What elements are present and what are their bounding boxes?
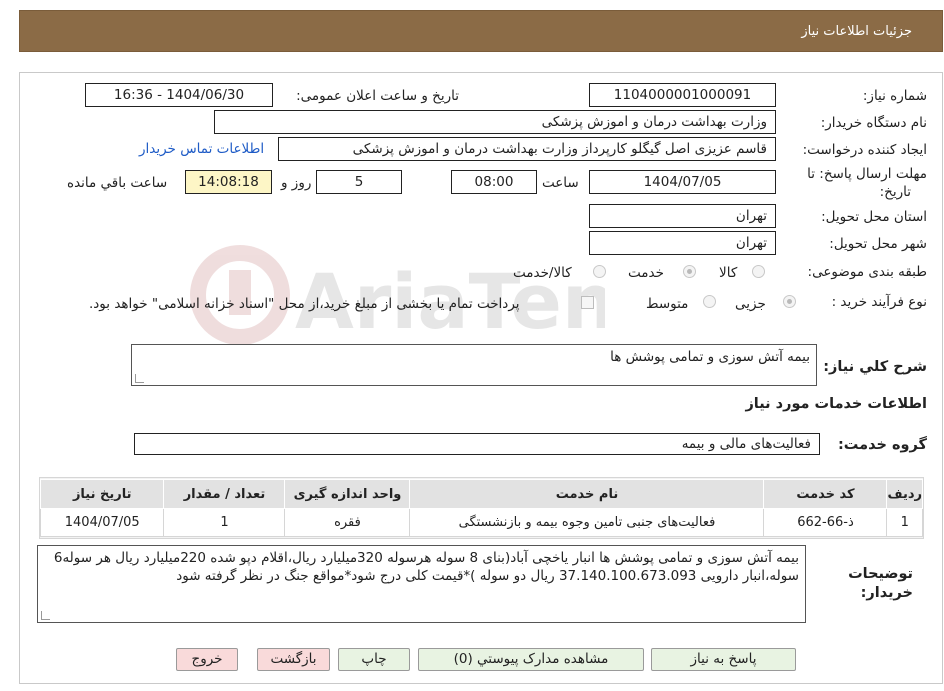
process-option-minor: جزیی — [735, 296, 766, 312]
need-number-label: شماره نیاز: — [862, 88, 927, 104]
view-attachments-button[interactable]: مشاهده مدارک پیوستي (0) — [418, 648, 644, 671]
col-header-need-date: تاریخ نیاز — [39, 479, 165, 509]
buyer-notes-text: بیمه آتش سوزی و تمامی پوشش ها انبار یاخچ… — [53, 550, 799, 584]
deadline-time-field: 08:00 — [451, 170, 537, 194]
cell-quantity: 1 — [163, 508, 286, 537]
process-radio-minor[interactable] — [783, 295, 796, 308]
services-heading: اطلاعات خدمات مورد نياز — [745, 396, 927, 412]
resize-grip-icon[interactable] — [41, 611, 50, 620]
process-radio-medium[interactable] — [703, 295, 716, 308]
buyer-notes-textarea[interactable]: بیمه آتش سوزی و تمامی پوشش ها انبار یاخچ… — [37, 545, 806, 623]
days-label: روز و — [281, 175, 312, 191]
description-label: شرح كلي نياز: — [823, 359, 927, 375]
col-header-service-name: نام خدمت — [409, 479, 765, 509]
service-group-field: فعالیت‌های مالی و بیمه — [134, 433, 820, 455]
treasury-payment-checkbox[interactable] — [581, 296, 594, 309]
category-option-goods: کالا — [719, 265, 738, 281]
buyer-org-label: نام دستگاه خریدار: — [820, 115, 927, 131]
print-button[interactable]: چاپ — [338, 648, 410, 671]
back-button[interactable]: بازگشت — [257, 648, 330, 671]
resize-grip-icon[interactable] — [135, 374, 144, 383]
services-table-wrapper: ردیف کد خدمت نام خدمت واحد اندازه گیری ت… — [39, 477, 924, 539]
days-field: 5 — [316, 170, 402, 194]
treasury-payment-note: پرداخت تمام یا بخشی از مبلغ خرید،از محل … — [89, 296, 520, 312]
cell-unit: فقره — [284, 508, 411, 537]
col-header-service-code: کد خدمت — [763, 479, 888, 509]
page-title: جزئیات اطلاعات نیاز — [801, 24, 912, 39]
city-label: شهر محل تحویل: — [829, 236, 927, 252]
category-option-goods-service: کالا/خدمت — [513, 265, 572, 281]
category-option-service: خدمت — [628, 265, 664, 281]
need-number-field: 1104000001000091 — [589, 83, 776, 107]
description-textarea[interactable]: بیمه آتش سوزی و تمامی پوشش ها — [131, 344, 817, 386]
requester-label: ایجاد کننده درخواست: — [802, 142, 927, 158]
city-field: تهران — [589, 231, 776, 255]
table-header-row: ردیف کد خدمت نام خدمت واحد اندازه گیری ت… — [39, 479, 923, 509]
page-header: جزئیات اطلاعات نیاز — [19, 10, 943, 52]
process-option-medium: متوسط — [646, 296, 689, 312]
respond-button[interactable]: پاسخ به نیاز — [651, 648, 796, 671]
category-radio-service[interactable] — [683, 265, 696, 278]
cell-row-number: 1 — [886, 508, 923, 537]
deadline-time-label: ساعت — [542, 175, 579, 191]
deadline-label: مهلت ارسال پاسخ: تا — [807, 166, 927, 182]
process-label: نوع فرآیند خرید : — [831, 294, 927, 310]
buyer-notes-label: توضیحات — [848, 566, 913, 582]
buyer-contact-link[interactable]: اطلاعات تماس خریدار — [139, 141, 264, 157]
col-header-row-number: ردیف — [886, 479, 923, 509]
table-row: 1 ذ-66-662 فعالیت‌های جنبی تامین وجوه بی… — [39, 508, 923, 537]
province-label: استان محل تحویل: — [821, 209, 927, 225]
description-text: بیمه آتش سوزی و تمامی پوشش ها — [610, 349, 810, 365]
services-table: ردیف کد خدمت نام خدمت واحد اندازه گیری ت… — [39, 479, 923, 537]
announce-label: تاریخ و ساعت اعلان عمومی: — [296, 88, 459, 104]
buyer-notes-label-2: خریدار: — [860, 585, 913, 601]
deadline-date-field: 1404/07/05 — [589, 170, 776, 194]
remaining-label: ساعت باقي مانده — [67, 175, 168, 191]
province-field: تهران — [589, 204, 776, 228]
cell-need-date: 1404/07/05 — [39, 508, 165, 537]
category-radio-goods[interactable] — [752, 265, 765, 278]
deadline-label-date: تاریخ: — [879, 184, 911, 200]
service-group-label: گروه خدمت: — [837, 437, 927, 453]
remaining-time-field: 14:08:18 — [185, 170, 272, 194]
buyer-org-field: وزارت بهداشت درمان و اموزش پزشکی — [214, 110, 776, 134]
requester-field: قاسم عزیزی اصل گیگلو کارپرداز وزارت بهدا… — [278, 137, 776, 161]
cell-service-code: ذ-66-662 — [763, 508, 888, 537]
col-header-quantity: تعداد / مقدار — [163, 479, 286, 509]
category-radio-goods-service[interactable] — [593, 265, 606, 278]
cell-service-name: فعالیت‌های جنبی تامین وجوه بیمه و بازنشس… — [409, 508, 765, 537]
announce-field: 1404/06/30 - 16:36 — [85, 83, 273, 107]
exit-button[interactable]: خروج — [176, 648, 238, 671]
col-header-unit: واحد اندازه گیری — [284, 479, 411, 509]
category-label: طبقه بندی موضوعی: — [807, 264, 927, 280]
